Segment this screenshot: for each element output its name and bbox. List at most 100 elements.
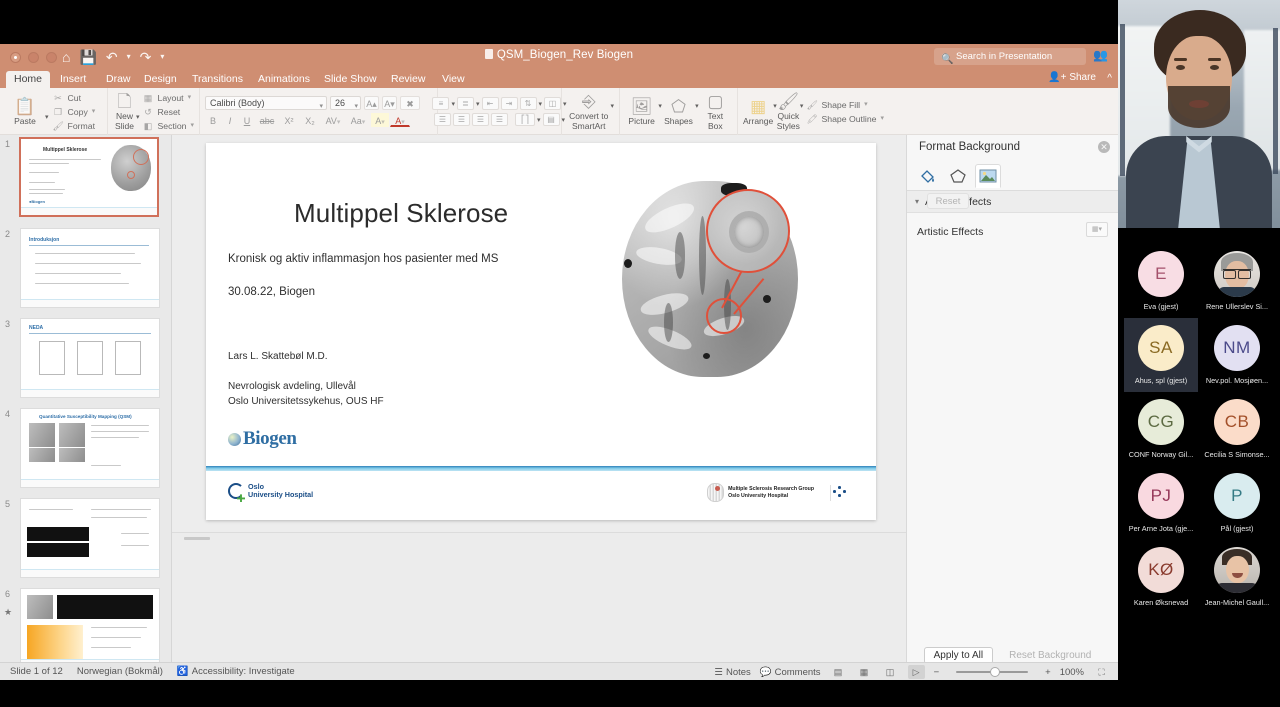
participant-tile-8[interactable]: KØ Karen Øksnevad — [1124, 540, 1198, 614]
font-color-button[interactable]: A▾ — [390, 113, 410, 127]
participant-tile-2[interactable]: SA Ahus, spl (gjest) — [1124, 318, 1198, 392]
shape-icon[interactable] — [945, 164, 971, 188]
presence-icon[interactable]: 👥 — [1093, 48, 1108, 62]
copy-button[interactable]: ❐ Copy ▾ — [53, 106, 96, 118]
slide-canvas-area[interactable]: Multippel Sklerose Kronisk og aktiv infl… — [172, 135, 906, 680]
participant-tile-1[interactable]: Rene Ullerslev Si... — [1200, 244, 1274, 318]
cut-button[interactable]: ✂ Cut — [53, 92, 96, 104]
numbering-button[interactable]: ≣ — [456, 97, 474, 110]
slide-affiliation-1[interactable]: Nevrologisk avdeling, Ullevål — [228, 381, 356, 392]
smartart-dropdown-icon[interactable]: ▾ — [610, 102, 614, 110]
font-size-dropdown-icon[interactable]: ▾ — [354, 100, 358, 113]
picture-button[interactable]: 🖼 Picture — [625, 97, 658, 126]
reading-view-button[interactable]: ◫ — [882, 665, 899, 679]
notes-button[interactable]: ☰ Notes — [714, 667, 750, 678]
reset-button[interactable]: ↺ Reset — [143, 106, 195, 118]
pane-tab-strip[interactable] — [907, 161, 1118, 191]
slide-thumbnail-pane[interactable]: 1 Multippel Sklerose ●Biogen 2 Introduks… — [0, 135, 172, 680]
zoom-out-button[interactable]: − — [934, 667, 940, 678]
character-spacing-button[interactable]: AV▾ — [321, 113, 345, 127]
fill-icon[interactable] — [915, 164, 941, 188]
arrange-dropdown-icon[interactable]: ▾ — [773, 102, 777, 110]
increase-indent-button[interactable]: ⇥ — [500, 97, 518, 110]
strikethrough-button[interactable]: abc — [256, 113, 278, 127]
participant-grid[interactable]: E Eva (gjest) Rene Ullerslev Si... SA Ah… — [1118, 240, 1280, 707]
tab-draw[interactable]: Draw — [98, 71, 139, 88]
tab-home[interactable]: Home — [6, 71, 50, 88]
tab-view[interactable]: View — [434, 71, 473, 88]
picture-icon[interactable] — [975, 163, 1001, 188]
share-button[interactable]: 👤+ Home Share — [1048, 72, 1096, 83]
format-background-pane[interactable]: Format Background ✕ ▾ Effects Artistic E… — [906, 135, 1118, 680]
thumbnail-slide-5[interactable] — [20, 498, 160, 578]
search-input[interactable]: 🔍 Search in Presentation — [934, 48, 1086, 65]
shape-fill-button[interactable]: 🖌 Shape Fill ▾ — [806, 99, 884, 111]
participant-tile-9[interactable]: Jean-Michel Gaull... — [1200, 540, 1274, 614]
quick-styles-button[interactable]: 🖌 Quick Styles — [777, 92, 800, 131]
new-slide-button[interactable]: 🗋 New Slide — [113, 92, 136, 131]
tab-slide-show[interactable]: Slide Show — [316, 71, 385, 88]
thumbnail-slide-4[interactable]: Quantitative Susceptibility Mapping (QSM… — [20, 408, 160, 488]
line-spacing-button[interactable]: ⇅ — [519, 97, 537, 110]
tab-review[interactable]: Review — [383, 71, 433, 88]
shape-outline-button[interactable]: 🖍 Shape Outline ▾ — [806, 113, 884, 125]
copy-dropdown-icon[interactable]: ▾ — [92, 106, 96, 118]
participant-tile-4[interactable]: CG CONF Norway Gil... — [1124, 392, 1198, 466]
layout-button[interactable]: ▦ Layout ▾ — [143, 92, 195, 104]
fit-to-window-button[interactable]: ⛶ — [1093, 665, 1110, 679]
apply-to-all-button[interactable]: Apply to All — [923, 646, 994, 664]
language-indicator[interactable]: Norwegian (Bokmål) — [77, 666, 163, 677]
layout-dropdown-icon[interactable]: ▾ — [188, 92, 192, 104]
decrease-indent-button[interactable]: ⇤ — [481, 97, 499, 110]
slide-counter[interactable]: Slide 1 of 12 — [10, 666, 63, 677]
change-case-button[interactable]: Aa▾ — [346, 113, 370, 127]
slide-sorter-view-button[interactable]: ▦ — [856, 665, 873, 679]
shape-fill-dropdown-icon[interactable]: ▾ — [864, 99, 868, 111]
self-video-tile[interactable] — [1118, 0, 1280, 240]
tab-insert[interactable]: Insert — [52, 71, 94, 88]
justify-button[interactable]: ☰ — [490, 113, 508, 126]
normal-view-button[interactable]: ▤ — [830, 665, 847, 679]
subscript-button[interactable]: X₂ — [300, 113, 320, 127]
bold-button[interactable]: B — [205, 113, 221, 127]
clear-formatting-button[interactable]: ✖A — [400, 96, 420, 110]
shape-outline-dropdown-icon[interactable]: ▾ — [881, 113, 885, 125]
collapse-ribbon-icon[interactable]: ^ — [1107, 73, 1112, 84]
grow-font-button[interactable]: A▴ — [364, 96, 379, 110]
quick-styles-dropdown-icon[interactable]: ▾ — [800, 102, 804, 110]
shrink-font-button[interactable]: A▾ — [382, 96, 397, 110]
participant-tile-0[interactable]: E Eva (gjest) — [1124, 244, 1198, 318]
underline-button[interactable]: U — [239, 113, 255, 127]
zoom-in-button[interactable]: + — [1045, 667, 1051, 678]
notes-pane[interactable] — [172, 532, 906, 680]
zoom-level-label[interactable]: 100% — [1060, 667, 1084, 678]
reset-effects-button[interactable]: Reset — [927, 193, 969, 209]
bullets-button[interactable]: ≡ — [432, 97, 450, 110]
participant-tile-7[interactable]: P Pål (gjest) — [1200, 466, 1274, 540]
reset-background-button[interactable]: Reset Background — [999, 647, 1101, 664]
paste-button[interactable]: 📋 Paste — [5, 97, 45, 126]
tab-animations[interactable]: Animations — [250, 71, 318, 88]
font-size-select[interactable]: 26 ▾ — [330, 96, 361, 110]
section-dropdown-icon[interactable]: ▾ — [190, 120, 194, 132]
font-family-select[interactable]: Calibri (Body) ▾ — [205, 96, 327, 110]
close-icon[interactable]: ✕ — [1098, 141, 1110, 153]
paste-dropdown-icon[interactable]: ▾ — [45, 113, 49, 121]
arrange-button[interactable]: ▦ Arrange — [743, 97, 773, 126]
slideshow-view-button[interactable]: ▷ — [907, 665, 925, 679]
font-family-dropdown-icon[interactable]: ▾ — [319, 100, 323, 109]
slide-date-line[interactable]: 30.08.22, Biogen — [228, 286, 315, 298]
thumbnail-slide-3[interactable]: NEDA — [20, 318, 160, 398]
participant-tile-6[interactable]: PJ Per Arne Jota (gje... — [1124, 466, 1198, 540]
new-slide-dropdown-icon[interactable]: ▾ — [136, 113, 140, 121]
align-center-button[interactable]: ☰ — [452, 113, 470, 126]
convert-to-smartart-button[interactable]: ⎆ Convert to SmartArt — [567, 92, 610, 131]
accessibility-status[interactable]: ♿ Accessibility: Investigate — [177, 666, 295, 677]
participant-tile-3[interactable]: NM Nev.pol. Mosjøen... — [1200, 318, 1274, 392]
participant-tile-5[interactable]: CB Cecilia S Simonse... — [1200, 392, 1274, 466]
ribbon-tabs[interactable]: Home Insert Draw Design Transitions Anim… — [0, 71, 1118, 88]
slide-affiliation-2[interactable]: Oslo Universitetssykehus, OUS HF — [228, 396, 384, 407]
text-highlight-button[interactable]: A▾ — [371, 113, 389, 127]
tab-transitions[interactable]: Transitions — [184, 71, 251, 88]
columns-button[interactable]: ◫ — [544, 97, 562, 110]
